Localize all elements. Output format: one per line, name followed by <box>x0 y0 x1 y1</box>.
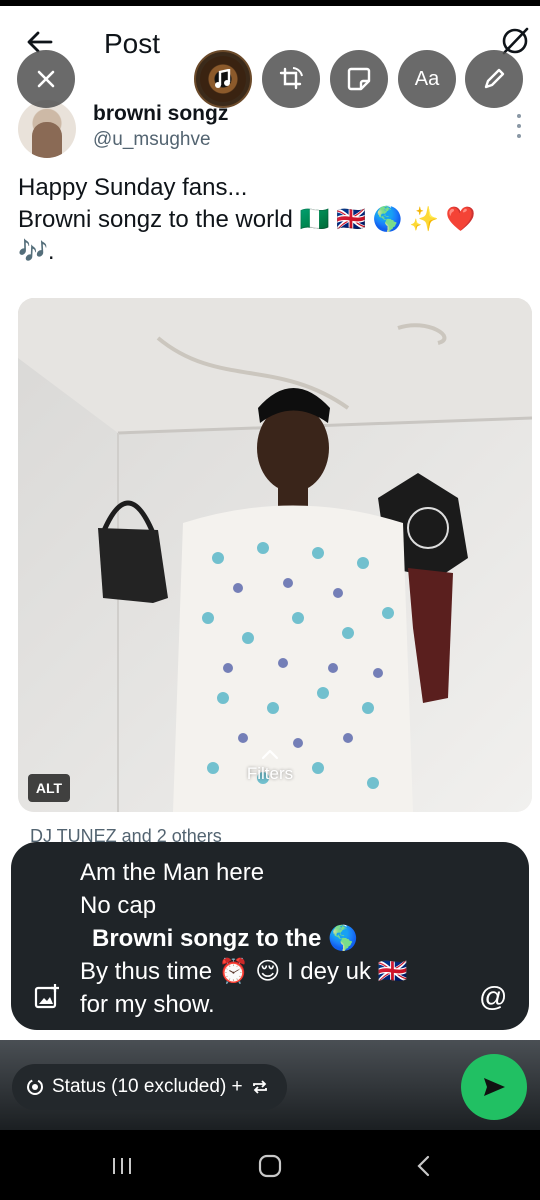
add-media-icon[interactable] <box>33 982 61 1010</box>
caption-line: Browni songz to the 🌎 <box>92 925 358 952</box>
photo-illustration <box>18 298 532 812</box>
bottom-panel: Status (10 excluded) + <box>0 1040 540 1130</box>
post-text-line: Browni songz to the world 🇳🇬 🇬🇧 🌎 ✨ ❤️ <box>18 206 476 233</box>
post-text: Happy Sunday fans... Browni songz to the… <box>18 172 528 268</box>
more-options-icon[interactable] <box>516 114 522 138</box>
caption-line: Am the Man here <box>80 859 265 886</box>
back-icon <box>417 1155 430 1177</box>
music-button[interactable] <box>194 50 252 108</box>
screen: Post browni songz @u_msughve Happy Sunda… <box>0 0 540 1200</box>
sticker-button[interactable] <box>330 50 388 108</box>
repeat-icon <box>252 1080 267 1094</box>
crop-rotate-button[interactable] <box>262 50 320 108</box>
close-button[interactable] <box>17 50 75 108</box>
status-icon <box>27 1079 43 1095</box>
chevron-up-icon <box>261 749 279 760</box>
caption-line: By thus time ⏰ 😌 I dey uk 🇬🇧 <box>80 958 408 985</box>
post-text-line: 🎶. <box>18 238 55 265</box>
pen-icon <box>484 68 505 89</box>
caption-input[interactable]: Am the Man here No cap Browni songz to t… <box>11 842 529 1030</box>
filters-label: Filters <box>246 764 294 783</box>
filters-button[interactable]: Filters <box>230 744 310 784</box>
caption-line: No cap <box>80 892 157 919</box>
close-icon <box>37 70 55 88</box>
home-icon <box>258 1154 282 1178</box>
caption-line: for my show. <box>80 991 215 1018</box>
send-icon <box>484 1078 505 1096</box>
author-name[interactable]: browni songz <box>93 102 228 126</box>
crop-rotate-icon <box>279 67 303 90</box>
post-text-line: Happy Sunday fans... <box>18 174 248 201</box>
status-audience-chip[interactable]: Status (10 excluded) + <box>12 1064 287 1110</box>
page-title: Post <box>104 28 161 59</box>
text-tool-button[interactable]: Aa <box>398 50 456 108</box>
recent-apps-button[interactable] <box>102 1150 142 1182</box>
draw-button[interactable] <box>465 50 523 108</box>
back-button[interactable] <box>404 1150 444 1182</box>
recent-apps-icon <box>113 1158 131 1174</box>
caption-text[interactable]: Am the Man here No cap Browni songz to t… <box>80 856 408 1021</box>
home-button[interactable] <box>250 1150 290 1182</box>
mention-icon[interactable]: @ <box>479 982 509 1012</box>
avatar[interactable] <box>18 100 76 158</box>
status-audience-label: Status (10 excluded) + <box>52 1076 243 1097</box>
send-button[interactable] <box>461 1054 527 1120</box>
alt-badge[interactable]: ALT <box>28 774 70 802</box>
music-icon <box>200 56 246 102</box>
post-photo[interactable] <box>18 298 532 812</box>
system-nav-bar <box>0 1130 540 1200</box>
author-handle[interactable]: @u_msughve <box>93 129 211 151</box>
sticker-icon <box>347 67 371 91</box>
